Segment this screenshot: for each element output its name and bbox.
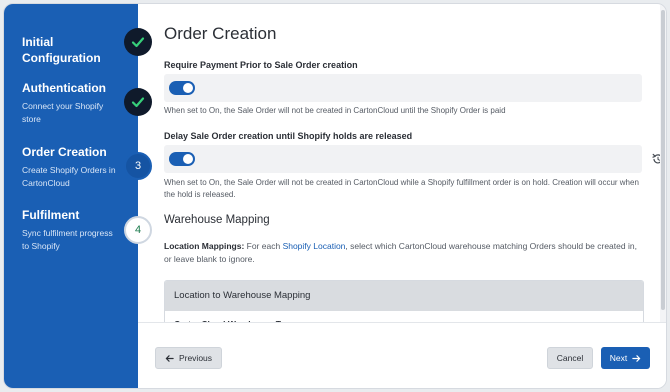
step-title: Fulfilment [22,208,80,222]
require-payment-help: When set to On, the Sale Order will not … [164,106,506,115]
steps-sidebar: Initial Configuration Authentication Con… [4,4,138,388]
arrow-left-icon [165,354,174,362]
step-subtitle: Create Shopify Orders in CartonCloud [22,165,116,188]
require-payment-row [164,74,642,102]
previous-button[interactable]: Previous [155,347,222,369]
previous-label: Previous [178,353,213,363]
toggle-knob [183,154,193,164]
delay-holds-label: Delay Sale Order creation until Shopify … [164,131,413,141]
delay-holds-help: When set to On, the Sale Order will not … [164,178,639,199]
text-before: For each [244,241,283,251]
main-content: Order Creation Require Payment Prior to … [138,4,666,322]
delay-holds-row [164,145,642,173]
wizard-window: Initial Configuration Authentication Con… [3,3,667,389]
step-order-creation[interactable]: Order Creation Create Shopify Orders in … [22,144,122,190]
location-mappings-description: Location Mappings: For each Shopify Loca… [164,240,642,266]
location-mappings-strong: Location Mappings: [164,241,245,251]
shopify-location-link[interactable]: Shopify Location [283,241,346,251]
scroll-thumb[interactable] [661,10,665,310]
next-label: Next [609,353,628,363]
step-title: Initial Configuration [22,35,101,65]
step-fulfilment[interactable]: Fulfilment Sync fulfilment progress to S… [22,207,122,253]
scrollbar[interactable] [660,4,666,322]
wizard-footer: Previous Cancel Next [138,322,666,388]
cancel-label: Cancel [556,353,584,363]
location-warehouse-card: Location to Warehouse Mapping CartonClou… [164,280,644,322]
arrow-right-icon [632,354,641,362]
step-subtitle: Connect your Shopify store [22,101,104,124]
step-authentication[interactable]: Authentication Connect your Shopify stor… [22,80,122,126]
page-title: Order Creation [164,24,277,43]
warehouse-mapping-heading: Warehouse Mapping [164,214,270,226]
step-subtitle: Sync fulfilment progress to Shopify [22,228,113,251]
card-header: Location to Warehouse Mapping [165,281,643,311]
warehouse-row-label: CartonCloud Warehouse Two [165,311,643,322]
step-title: Order Creation [22,145,107,159]
step-initial-configuration[interactable]: Initial Configuration [22,34,122,66]
require-payment-toggle[interactable] [169,81,195,95]
next-button[interactable]: Next [601,347,650,369]
toggle-knob [183,83,193,93]
step-title: Authentication [22,81,106,95]
require-payment-label: Require Payment Prior to Sale Order crea… [164,60,358,70]
delay-holds-toggle[interactable] [169,152,195,166]
cancel-button[interactable]: Cancel [547,347,593,369]
